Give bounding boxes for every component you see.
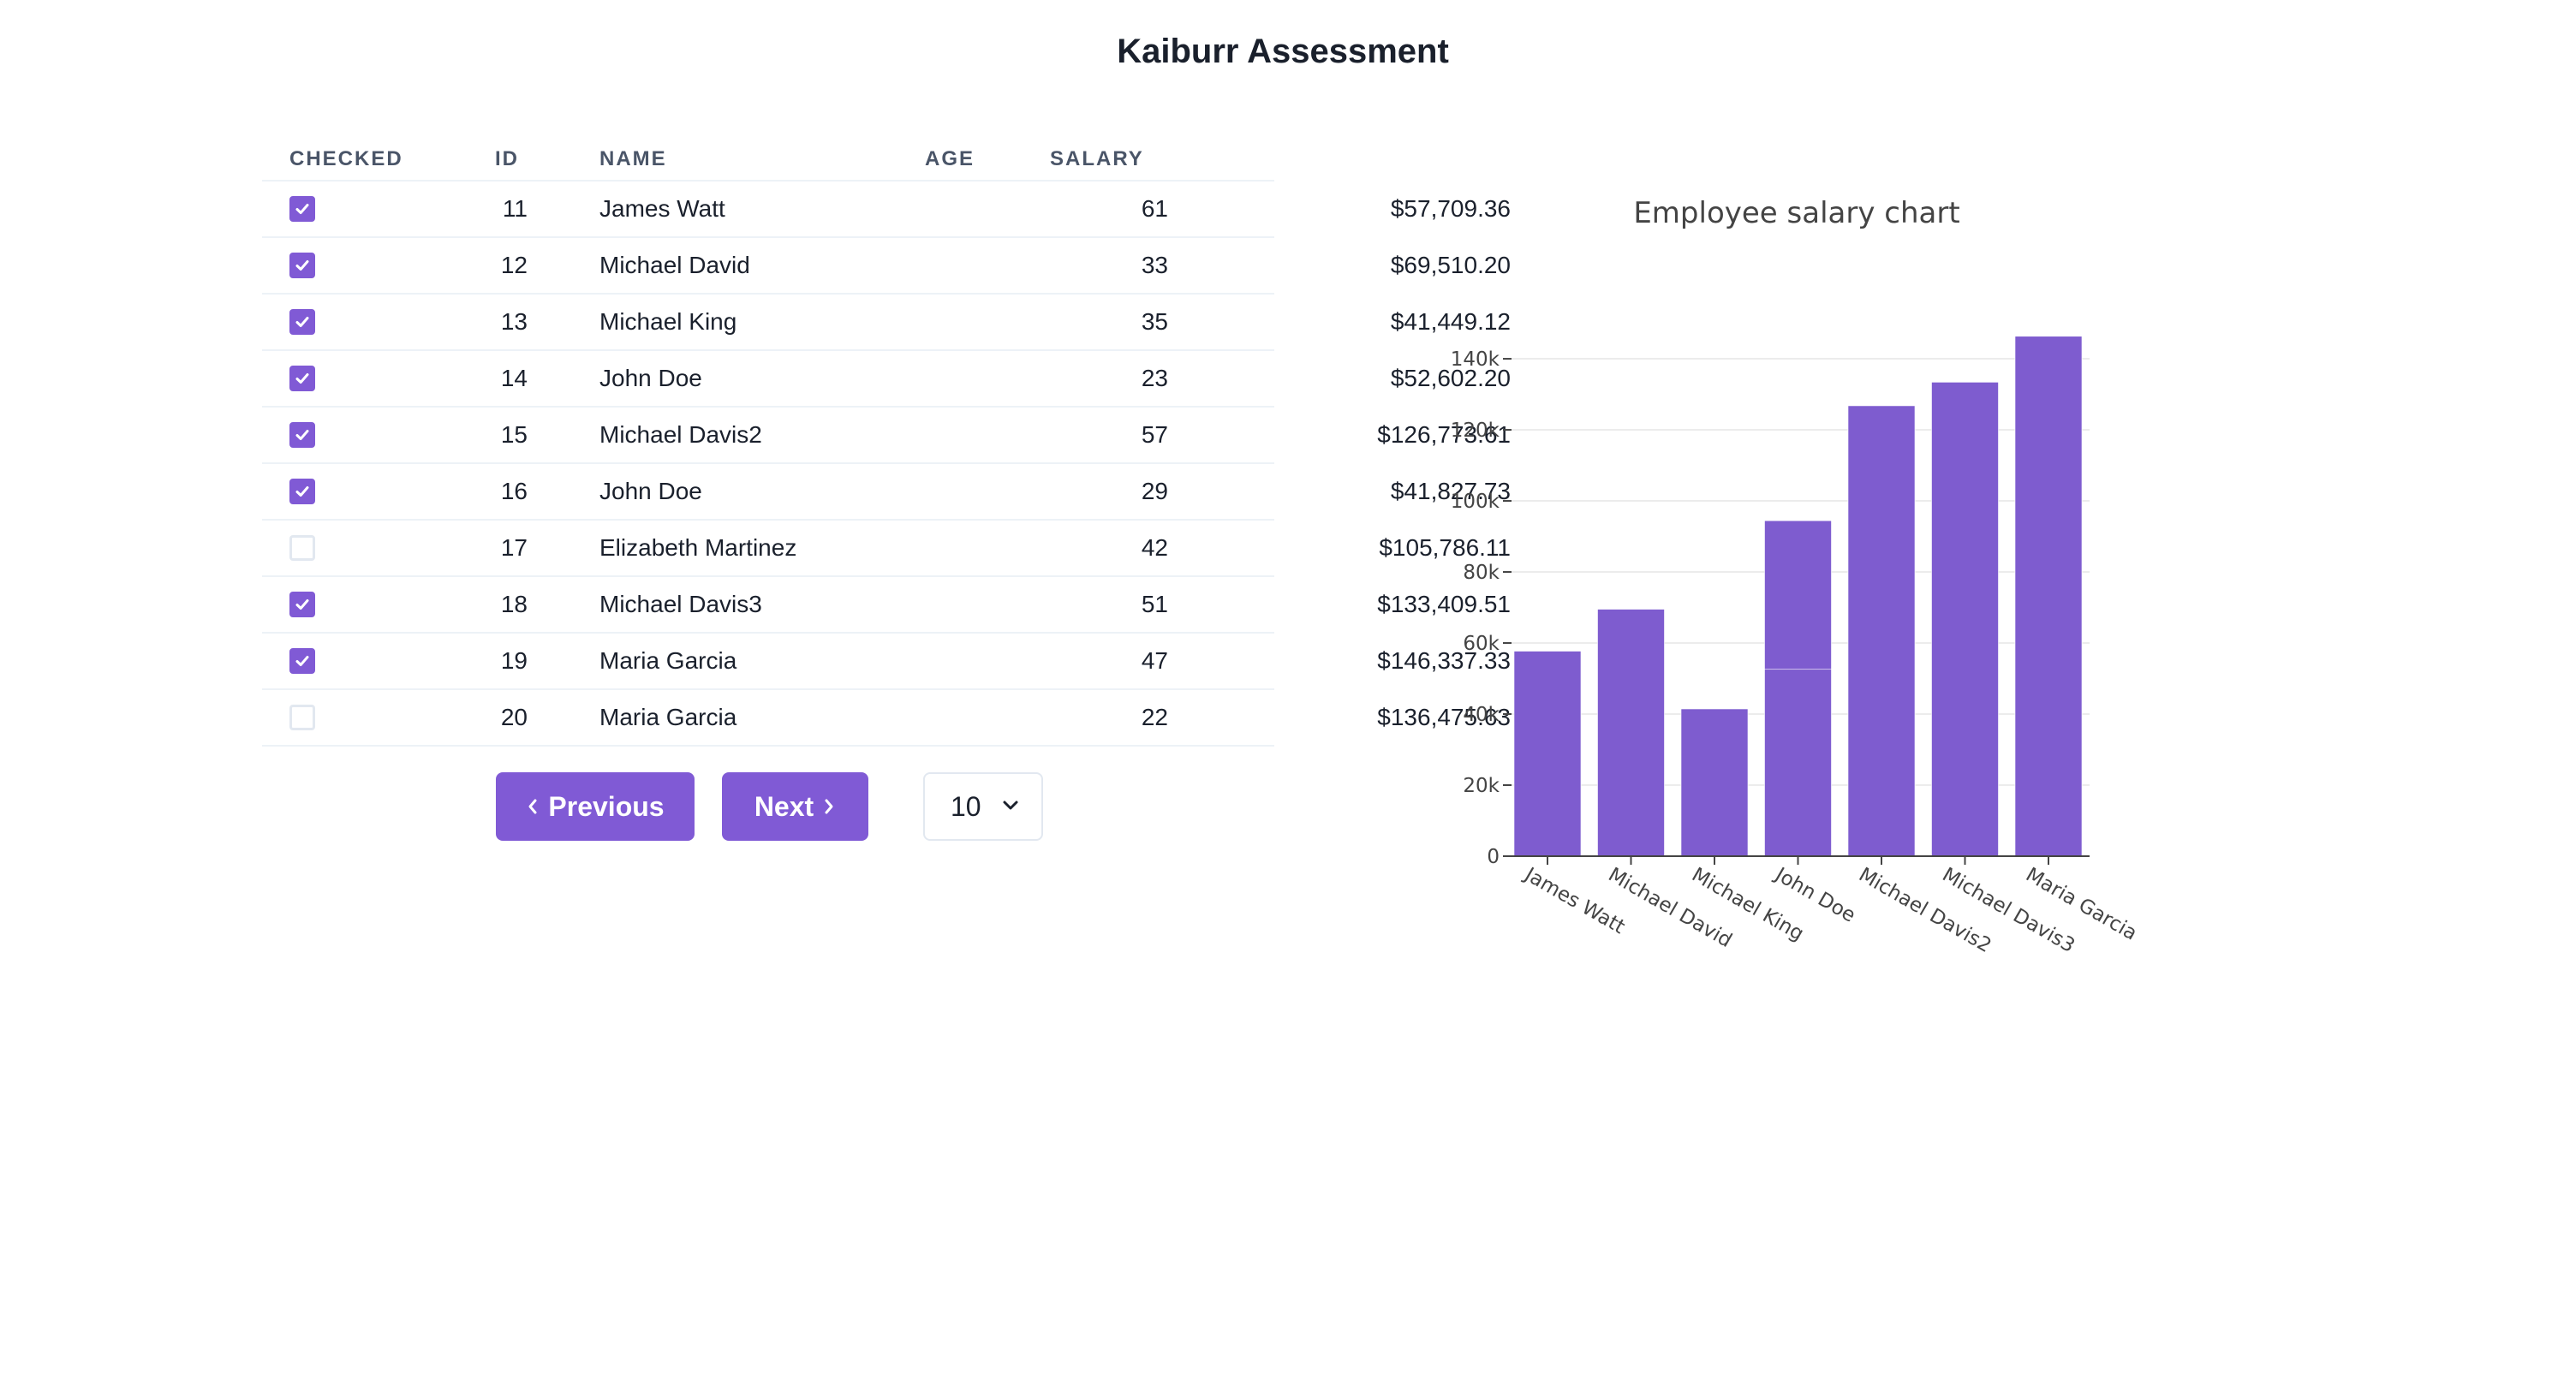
table-row[interactable]: 11 James Watt 61 $57,709.36 (262, 182, 1511, 238)
cell-age: 51 (1141, 591, 1168, 617)
table-body: 11 James Watt 61 $57,709.36 12 Michael David 3… (262, 182, 1511, 747)
cell-age: 33 (1141, 252, 1168, 278)
cell-age: 47 (1141, 647, 1168, 674)
checkmark-icon (295, 204, 309, 214)
table-row[interactable]: 18 Michael Davis3 51 $133,409.51 (262, 577, 1511, 634)
y-tick-label: 60k (1463, 633, 1500, 655)
page-size-value: 10 (951, 790, 981, 822)
bar[interactable] (1764, 669, 1832, 857)
y-tick-label: 80k (1463, 562, 1500, 584)
bar[interactable] (1764, 520, 1832, 670)
cell-id: 17 (500, 534, 528, 561)
y-tick-label: 100k (1451, 491, 1500, 513)
table-row[interactable]: 13 Michael King 35 $41,449.12 (262, 295, 1511, 351)
checkmark-icon (295, 260, 309, 271)
row-checkbox[interactable] (289, 422, 315, 448)
row-checkbox[interactable] (289, 592, 315, 617)
row-checkbox[interactable] (289, 535, 315, 561)
previous-button[interactable]: Previous (496, 772, 695, 841)
cell-name: Michael Davis2 (599, 421, 762, 448)
chart-y-axis: 0 20k 40k 60k 80k 100k 120k 140k (1451, 348, 1512, 868)
row-checkbox[interactable] (289, 196, 315, 222)
app-page: Kaiburr Assessment CHECKED ID NAME AGE S… (0, 0, 2576, 1399)
page-title: Kaiburr Assessment (1117, 33, 1449, 70)
cell-id: 15 (500, 421, 528, 448)
table-row[interactable]: 20 Maria Garcia 22 $136,475.63 (262, 690, 1511, 747)
cell-age: 57 (1141, 421, 1168, 448)
chart-bars (1513, 336, 2083, 857)
cell-name: Maria Garcia (599, 704, 737, 730)
page-size-select[interactable]: 10 (923, 772, 1043, 841)
table-row[interactable]: 19 Maria Garcia 47 $146,337.33 (262, 634, 1511, 690)
salary-bar-chart: Employee salary chart 0 20k 40k 60k 80k 100k 1… (1451, 196, 2141, 957)
y-tick-label: 0 (1487, 846, 1500, 868)
cell-name: Michael David (599, 252, 750, 278)
next-button[interactable]: Next (722, 772, 868, 841)
cell-age: 23 (1141, 365, 1168, 391)
cell-age: 22 (1141, 704, 1168, 730)
table-row[interactable]: 15 Michael Davis2 57 $126,773.61 (262, 408, 1511, 464)
cell-id: 14 (500, 365, 528, 391)
y-tick-label: 140k (1451, 348, 1500, 371)
cell-id: 11 (502, 195, 528, 222)
next-button-label: Next (754, 790, 814, 822)
y-tick-label: 20k (1463, 775, 1500, 797)
row-checkbox[interactable] (289, 253, 315, 278)
checkmark-icon (295, 430, 309, 440)
bar[interactable] (2014, 336, 2083, 857)
column-header-checked[interactable]: CHECKED (289, 147, 403, 171)
bar[interactable] (1931, 382, 1999, 857)
previous-button-label: Previous (548, 790, 665, 822)
cell-age: 42 (1141, 534, 1168, 561)
column-header-age[interactable]: AGE (925, 147, 975, 171)
row-checkbox[interactable] (289, 479, 315, 504)
checkmark-icon (295, 486, 309, 497)
cell-id: 13 (500, 308, 528, 335)
cell-name: John Doe (599, 478, 702, 504)
bar[interactable] (1680, 708, 1749, 857)
cell-age: 35 (1141, 308, 1168, 335)
row-checkbox[interactable] (289, 648, 315, 674)
bar[interactable] (1597, 609, 1665, 857)
cell-name: Maria Garcia (599, 647, 737, 674)
cell-age: 29 (1141, 478, 1168, 504)
checkmark-icon (295, 373, 309, 384)
cell-id: 19 (500, 647, 528, 674)
table-header: CHECKED ID NAME AGE SALARY (262, 137, 1274, 182)
column-header-id[interactable]: ID (495, 147, 519, 171)
table-row[interactable]: 14 John Doe 23 $52,602.20 (262, 351, 1511, 408)
employee-table: CHECKED ID NAME AGE SALARY 11 James Watt 6… (262, 137, 1511, 747)
row-checkbox[interactable] (289, 705, 315, 730)
bar[interactable] (1513, 651, 1582, 857)
chart-x-axis: James WattMichael DavidMichael KingJohn … (1519, 856, 2141, 957)
cell-id: 18 (500, 591, 528, 617)
row-checkbox[interactable] (289, 366, 315, 391)
cell-age: 61 (1141, 195, 1168, 222)
column-header-salary[interactable]: SALARY (1050, 147, 1144, 171)
cell-name: Michael King (599, 308, 737, 335)
chevron-right-icon (825, 799, 833, 814)
chevron-down-icon (1003, 801, 1018, 810)
y-tick-label: 120k (1451, 420, 1500, 442)
checkmark-icon (295, 599, 309, 610)
cell-name: Michael Davis3 (599, 591, 762, 617)
chart-title: Employee salary chart (1633, 196, 1959, 230)
y-tick-label: 40k (1463, 704, 1500, 726)
cell-id: 16 (500, 478, 528, 504)
checkmark-icon (295, 317, 309, 327)
cell-name: John Doe (599, 365, 702, 391)
column-header-name[interactable]: NAME (599, 147, 667, 171)
cell-name: Elizabeth Martinez (599, 534, 797, 561)
chevron-left-icon (528, 799, 537, 814)
row-checkbox[interactable] (289, 309, 315, 335)
cell-name: James Watt (599, 195, 725, 222)
table-row[interactable]: 16 John Doe 29 $41,827.73 (262, 464, 1511, 521)
cell-id: 20 (500, 704, 528, 730)
table-row[interactable]: 17 Elizabeth Martinez 42 $105,786.11 (262, 521, 1511, 577)
cell-id: 12 (500, 252, 528, 278)
checkmark-icon (295, 656, 309, 666)
bar[interactable] (1847, 405, 1916, 857)
table-row[interactable]: 12 Michael David 33 $69,510.20 (262, 238, 1511, 295)
